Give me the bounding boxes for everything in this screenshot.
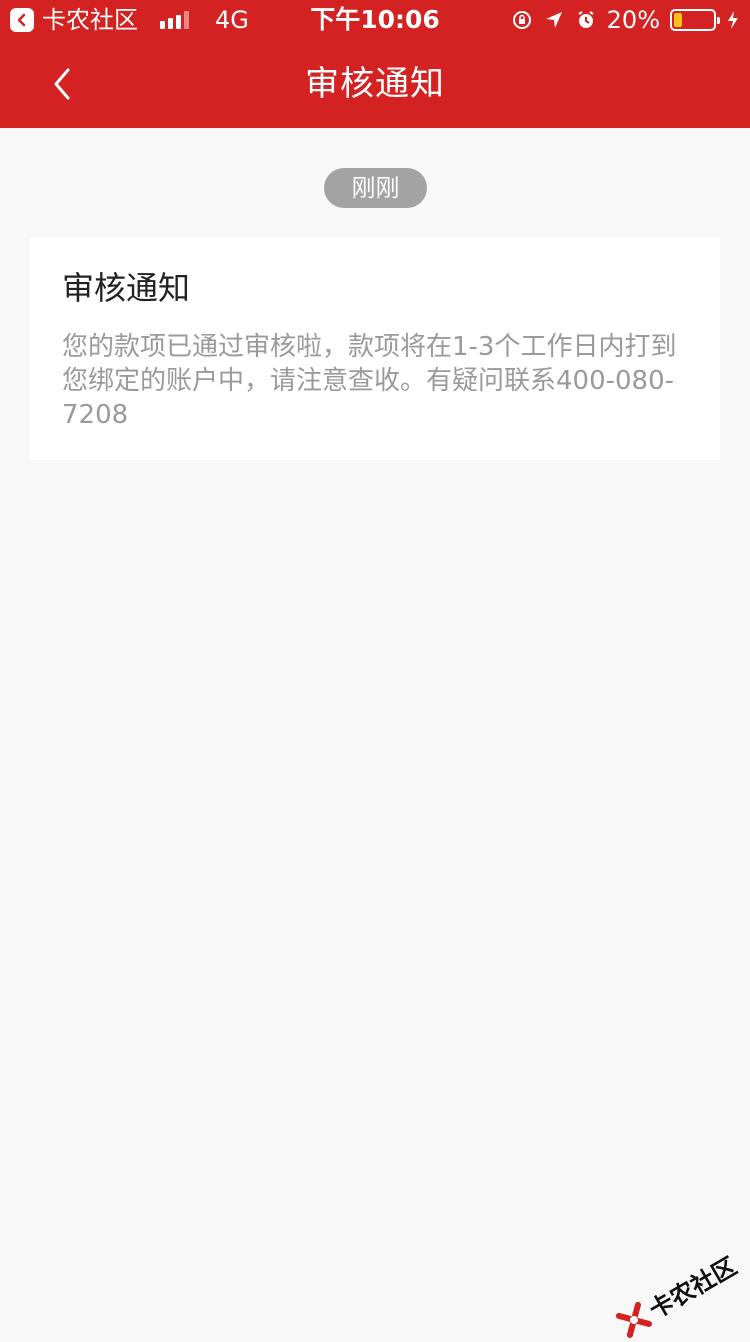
alarm-icon xyxy=(575,9,597,31)
orientation-lock-icon xyxy=(511,9,533,31)
notification-title: 审核通知 xyxy=(62,268,688,308)
battery-percent: 20% xyxy=(607,0,660,40)
status-right: 20% xyxy=(511,0,740,40)
charging-icon xyxy=(726,9,740,31)
header: 卡农社区 4G 下午10:06 20% xyxy=(0,0,750,128)
battery-icon xyxy=(670,9,716,31)
nav-bar: 审核通知 xyxy=(0,40,750,128)
status-bar: 卡农社区 4G 下午10:06 20% xyxy=(0,0,750,40)
notification-card[interactable]: 审核通知 您的款项已通过审核啦，款项将在1-3个工作日内打到您绑定的账户中，请注… xyxy=(30,238,720,460)
message-time-badge: 刚刚 xyxy=(324,168,427,208)
watermark: 卡农社区 xyxy=(612,1247,742,1342)
battery-fill xyxy=(674,13,682,27)
page-title: 审核通知 xyxy=(0,40,750,128)
location-icon xyxy=(543,9,565,31)
notification-body: 您的款项已通过审核啦，款项将在1-3个工作日内打到您绑定的账户中，请注意查收。有… xyxy=(62,330,688,432)
watermark-text: 卡农社区 xyxy=(641,1247,742,1325)
